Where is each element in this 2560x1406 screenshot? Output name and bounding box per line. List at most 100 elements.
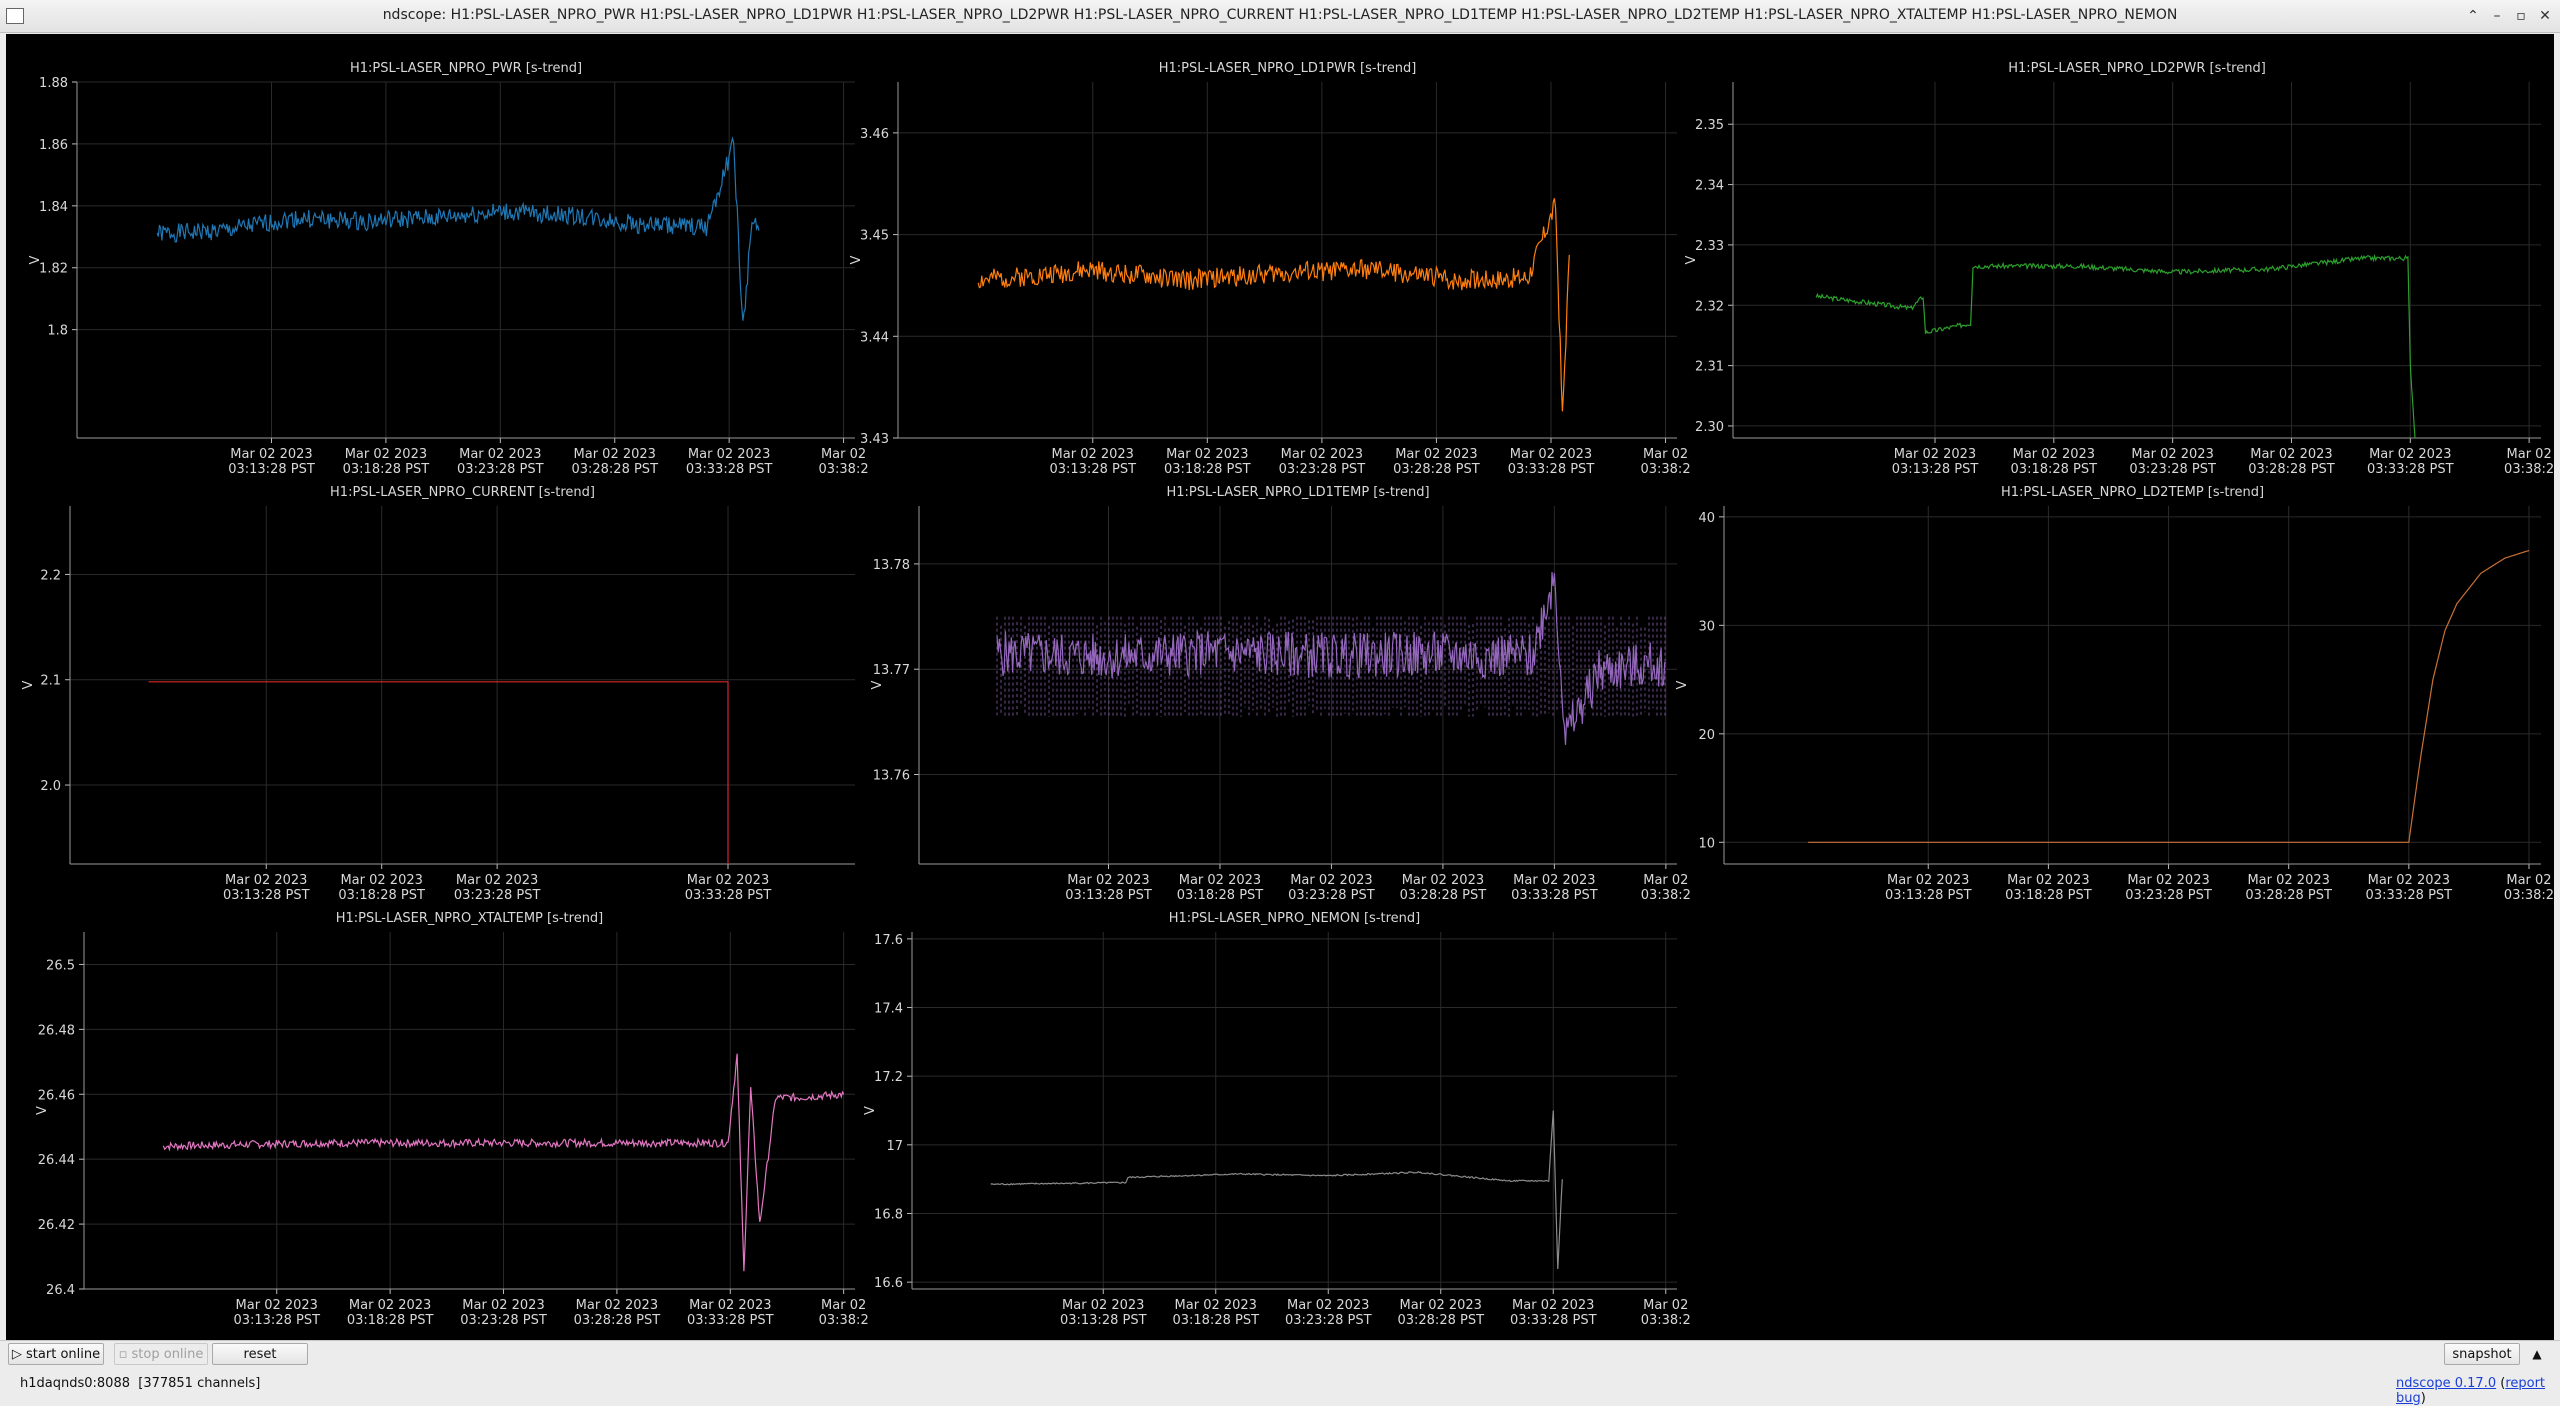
y-tick-label: 17.4 [874, 1002, 903, 1017]
y-tick-label: 17.2 [874, 1070, 903, 1085]
shade-window-button[interactable]: ⌃ [2462, 5, 2484, 27]
x-tick-time: 03:38:2 [1641, 888, 1691, 903]
x-tick-time: 03:38:2 [1641, 1313, 1691, 1328]
x-tick-date: Mar 02 2023 [688, 447, 770, 462]
maximize-window-button[interactable]: ▫ [2510, 5, 2532, 27]
x-tick-time: 03:23:28 PST [1285, 1313, 1372, 1328]
x-tick-time: 03:18:28 PST [1177, 888, 1264, 903]
chart-panel-6[interactable]: H1:PSL-LASER_NPRO_LD2TEMP [s-trend] V 10 20… [1675, 485, 2554, 903]
x-tick-date: Mar 02 [1643, 873, 1688, 888]
x-tick-date: Mar 02 2023 [1510, 447, 1592, 462]
y-tick-label: 2.33 [1695, 239, 1724, 254]
title-bar: ndscope: H1:PSL-LASER_NPRO_PWR H1:PSL-LA… [0, 0, 2560, 33]
y-tick-label: 30 [1698, 619, 1715, 634]
server-status: h1daqnds0:8088 [377851 channels] [20, 1376, 260, 1391]
x-tick-time: 03:13:28 PST [223, 888, 310, 903]
plot-area[interactable]: H1:PSL-LASER_NPRO_PWR [s-trend] V 1.8 1.82 1… [6, 34, 2554, 1340]
x-tick-time: 03:18:28 PST [1172, 1313, 1259, 1328]
x-tick-date: Mar 02 2023 [1287, 1298, 1369, 1313]
snapshot-button[interactable]: snapshot [2444, 1343, 2520, 1365]
y-tick-label: 26.44 [38, 1153, 75, 1168]
x-tick-date: Mar 02 2023 [1175, 1298, 1257, 1313]
x-tick-date: Mar 02 2023 [340, 873, 422, 888]
stop-online-button: ▫ stop online [114, 1343, 208, 1365]
x-tick-date: Mar 02 2023 [1052, 447, 1134, 462]
x-tick-date: Mar 02 2023 [2013, 447, 2095, 462]
y-axis-label: V [35, 1106, 50, 1115]
x-tick-time: 03:38:2 [2504, 888, 2554, 903]
x-tick-date: Mar 02 [2506, 873, 2551, 888]
x-tick-time: 03:18:28 PST [2005, 888, 2092, 903]
start-online-label: start online [26, 1347, 101, 1362]
x-tick-time: 03:13:28 PST [1065, 888, 1152, 903]
x-tick-time: 03:28:28 PST [2245, 888, 2332, 903]
y-tick-label: 26.48 [38, 1023, 75, 1038]
chart-panel-2[interactable]: H1:PSL-LASER_NPRO_LD1PWR [s-trend] V 3.43 3… [849, 61, 1691, 477]
chart-title: H1:PSL-LASER_NPRO_LD2TEMP [s-trend] [2001, 485, 2264, 500]
chart-title: H1:PSL-LASER_NPRO_PWR [s-trend] [350, 61, 582, 76]
x-tick-date: Mar 02 2023 [2007, 873, 2089, 888]
x-tick-time: 03:38:2 [818, 462, 868, 477]
series-group [148, 681, 729, 864]
x-tick-time: 03:13:28 PST [1892, 462, 1979, 477]
y-tick-label: 13.78 [873, 558, 910, 573]
x-tick-date: Mar 02 2023 [1887, 873, 1969, 888]
chart-title: H1:PSL-LASER_NPRO_XTALTEMP [s-trend] [336, 911, 604, 926]
x-tick-date: Mar 02 2023 [1062, 1298, 1144, 1313]
x-tick-time: 03:18:28 PST [1164, 462, 1251, 477]
chart-panel-3[interactable]: H1:PSL-LASER_NPRO_LD2PWR [s-trend] V 2.30 2… [1684, 61, 2554, 477]
reset-button[interactable]: reset [212, 1343, 308, 1365]
y-tick-label: 16.8 [874, 1207, 903, 1222]
x-tick-time: 03:33:28 PST [2366, 888, 2453, 903]
chart-panel-7[interactable]: H1:PSL-LASER_NPRO_XTALTEMP [s-trend] V 26.… [35, 911, 869, 1328]
x-tick-date: Mar 02 2023 [1166, 447, 1248, 462]
x-tick-time: 03:13:28 PST [1060, 1313, 1147, 1328]
x-tick-time: 03:18:28 PST [343, 462, 430, 477]
x-tick-time: 03:33:28 PST [685, 888, 772, 903]
chart-panel-4[interactable]: H1:PSL-LASER_NPRO_CURRENT [s-trend] V 2.0 2… [21, 485, 855, 903]
plots-canvas[interactable]: H1:PSL-LASER_NPRO_PWR [s-trend] V 1.8 1.82 1… [6, 34, 2554, 1340]
chart-title: H1:PSL-LASER_NPRO_CURRENT [s-trend] [330, 485, 595, 500]
x-tick-date: Mar 02 2023 [1290, 873, 1372, 888]
y-tick-label: 3.45 [860, 229, 889, 244]
x-tick-date: Mar 02 2023 [236, 1298, 318, 1313]
series-group [156, 136, 760, 321]
x-tick-time: 03:13:28 PST [233, 1313, 320, 1328]
y-axis-label: V [870, 680, 885, 689]
y-tick-label: 26.5 [46, 958, 75, 973]
x-tick-time: 03:18:28 PST [2011, 462, 2098, 477]
series-line [990, 1110, 1563, 1270]
channel-count: [377851 channels] [138, 1376, 261, 1391]
chart-panel-8[interactable]: H1:PSL-LASER_NPRO_NEMON [s-trend] V 16.6 16… [863, 911, 1691, 1328]
close-window-button[interactable]: ✕ [2534, 5, 2556, 27]
x-tick-time: 03:23:28 PST [2125, 888, 2212, 903]
collapse-toggle[interactable]: ▲ [2526, 1343, 2548, 1365]
x-tick-time: 03:28:28 PST [1393, 462, 1480, 477]
y-axis-label: V [21, 680, 36, 689]
y-axis-label: V [1684, 255, 1699, 264]
x-tick-time: 03:23:28 PST [2129, 462, 2216, 477]
series-group [977, 198, 1570, 412]
chart-panel-5[interactable]: H1:PSL-LASER_NPRO_LD1TEMP [s-trend] V 13.7… [870, 485, 1691, 903]
x-tick-time: 03:28:28 PST [571, 462, 658, 477]
version-link[interactable]: ndscope 0.17.0 [2396, 1376, 2496, 1391]
x-tick-date: Mar 02 2023 [1281, 447, 1363, 462]
y-tick-label: 17 [886, 1139, 903, 1154]
x-tick-date: Mar 02 2023 [459, 447, 541, 462]
x-tick-date: Mar 02 [1643, 1298, 1688, 1313]
x-tick-time: 03:38:2 [1640, 462, 1690, 477]
x-tick-date: Mar 02 2023 [1513, 873, 1595, 888]
chart-panel-1[interactable]: H1:PSL-LASER_NPRO_PWR [s-trend] V 1.8 1.82 1… [28, 61, 869, 477]
x-tick-time: 03:33:28 PST [1510, 1313, 1597, 1328]
start-online-button[interactable]: ▷ start online [8, 1343, 104, 1365]
x-tick-date: Mar 02 2023 [2127, 873, 2209, 888]
x-tick-date: Mar 02 2023 [687, 873, 769, 888]
series-line [148, 681, 729, 864]
chart-title: H1:PSL-LASER_NPRO_NEMON [s-trend] [1169, 911, 1420, 926]
series-group [1815, 253, 2416, 438]
x-tick-date: Mar 02 2023 [2369, 447, 2451, 462]
x-tick-date: Mar 02 2023 [689, 1298, 771, 1313]
x-tick-time: 03:33:28 PST [2367, 462, 2454, 477]
y-tick-label: 40 [1698, 511, 1715, 526]
minimize-window-button[interactable]: – [2486, 5, 2508, 27]
